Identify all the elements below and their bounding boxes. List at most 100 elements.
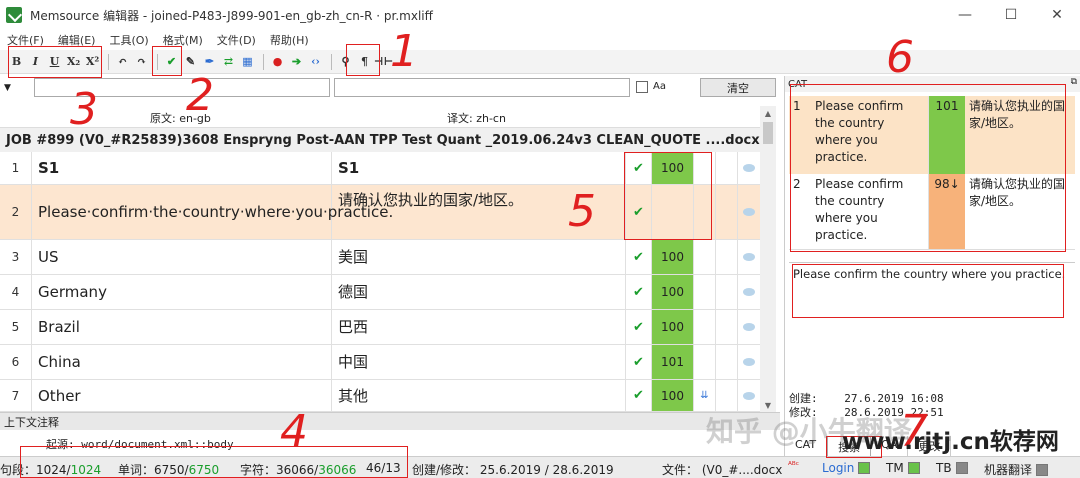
login-status[interactable]: Login: [822, 461, 871, 475]
subscript-button[interactable]: X₂: [65, 53, 82, 71]
cat-match-item[interactable]: 2 Please confirm the country where you p…: [789, 174, 1075, 250]
extra-cell: [694, 310, 716, 344]
toolbar-separator: [157, 53, 158, 70]
tab-changes[interactable]: 更改: [908, 436, 952, 456]
empty-cell: [716, 345, 738, 379]
confirmed-check-icon: ✔: [626, 275, 652, 309]
match-score: 101: [929, 96, 965, 174]
segment-number: 6: [0, 345, 32, 379]
target-cell[interactable]: 请确认您执业的国家/地区。: [332, 185, 626, 239]
target-cell[interactable]: 中国: [332, 345, 626, 379]
pilcrow-button[interactable]: ¶: [356, 53, 373, 71]
table-row[interactable]: 7 Other 其他 ✔ 100 ⇊: [0, 380, 760, 412]
empty-cell: [716, 185, 738, 239]
tool-icon[interactable]: ✎: [182, 53, 199, 71]
comment-icon[interactable]: [738, 152, 760, 184]
target-column-header: 译文: zh-cn: [447, 112, 506, 125]
comment-icon[interactable]: [738, 185, 760, 239]
target-cell[interactable]: S1: [332, 152, 626, 184]
word-count-label: 单词：6750/: [118, 463, 189, 477]
menu-format[interactable]: 格式(M): [156, 32, 210, 48]
segment-count-label: 句段：1024/: [0, 463, 71, 477]
tb-status[interactable]: TB: [936, 461, 968, 475]
tm-status[interactable]: TM: [886, 461, 920, 475]
cat-panel: CAT ⧉ 1 Please confirm the country where…: [784, 76, 1080, 456]
confirmed-check-icon: ✔: [626, 152, 652, 184]
modified-label: 修改:: [789, 406, 818, 419]
scroll-down-icon[interactable]: ▼: [760, 398, 776, 412]
match-number: 2: [793, 177, 801, 191]
source-filter-input[interactable]: [34, 78, 330, 97]
target-cell[interactable]: 美国: [332, 240, 626, 274]
tab-cat[interactable]: CAT: [785, 436, 828, 456]
menu-document[interactable]: 文件(D): [210, 32, 263, 48]
target-cell[interactable]: 德国: [332, 275, 626, 309]
tags-icon[interactable]: ‹›: [307, 53, 324, 71]
target-cell[interactable]: 巴西: [332, 310, 626, 344]
scroll-thumb[interactable]: [763, 122, 773, 144]
table-row[interactable]: 4 Germany 德国 ✔ 100: [0, 275, 760, 310]
source-cell: Brazil: [32, 310, 332, 344]
table-row[interactable]: 5 Brazil 巴西 ✔ 100: [0, 310, 760, 345]
underline-button[interactable]: U: [46, 53, 63, 71]
extra-cell: [694, 185, 716, 239]
window-controls: — ☐ ✕: [942, 0, 1080, 30]
mt-status[interactable]: 机器翻译: [984, 461, 1049, 478]
minimize-button[interactable]: —: [942, 0, 988, 30]
modified-meta: 修改: 28.6.2019 22:51: [789, 404, 944, 420]
menu-file[interactable]: 文件(F): [0, 32, 51, 48]
table-icon[interactable]: ▦: [239, 53, 256, 71]
abc-icon[interactable]: ᴬᴮᶜ: [788, 461, 799, 471]
cat-match-item[interactable]: 1 Please confirm the country where you p…: [789, 96, 1075, 174]
superscript-button[interactable]: X²: [84, 53, 101, 71]
match-score: 100: [652, 275, 694, 309]
modified-value: 28.6.2019 22:51: [844, 406, 944, 419]
confirm-check-icon[interactable]: ✔: [163, 53, 180, 71]
menu-edit[interactable]: 编辑(E): [51, 32, 103, 48]
pin-icon[interactable]: ⧉: [1071, 77, 1077, 87]
menu-help[interactable]: 帮助(H): [263, 32, 316, 48]
table-row[interactable]: 1 S1 S1 ✔ 100: [0, 152, 760, 185]
scroll-up-icon[interactable]: ▲: [760, 106, 776, 120]
comment-icon[interactable]: [738, 275, 760, 309]
tab-qa[interactable]: QA: [871, 436, 909, 456]
non-breaking-space-icon[interactable]: ⊣⊢: [374, 53, 393, 71]
table-row[interactable]: 2 Please·confirm·the·country·where·you·p…: [0, 185, 760, 240]
binoculars-icon[interactable]: ⚲: [337, 53, 354, 71]
italic-button[interactable]: I: [27, 53, 44, 71]
table-row[interactable]: 6 China 中国 ✔ 101: [0, 345, 760, 380]
menu-tools[interactable]: 工具(O): [102, 32, 155, 48]
undo-icon[interactable]: ↶: [114, 53, 131, 71]
comment-icon[interactable]: [738, 345, 760, 379]
bold-button[interactable]: B: [8, 53, 25, 71]
comment-icon[interactable]: [738, 380, 760, 411]
stop-icon[interactable]: ●: [269, 53, 286, 71]
dates: 创建/修改： 25.6.2019 / 28.6.2019: [412, 463, 614, 477]
comment-icon[interactable]: [738, 240, 760, 274]
maximize-button[interactable]: ☐: [988, 0, 1034, 30]
cat-panel-title: CAT: [788, 78, 808, 90]
comment-icon[interactable]: [738, 310, 760, 344]
target-cell[interactable]: 其他: [332, 380, 626, 411]
file-name: 文件： (V0_#....docx: [662, 463, 783, 477]
match-score: 101: [652, 345, 694, 379]
table-row[interactable]: 3 US 美国 ✔ 100: [0, 240, 760, 275]
filter-dropdown-icon[interactable]: ▼: [4, 83, 18, 93]
match-case-checkbox[interactable]: [636, 81, 648, 93]
expand-down-icon[interactable]: ⇊: [694, 380, 716, 411]
swap-icon[interactable]: ⇄: [220, 53, 237, 71]
redo-icon[interactable]: ↷: [133, 53, 150, 71]
mt-label: 机器翻译: [984, 463, 1033, 477]
clear-button[interactable]: 清空: [700, 78, 776, 97]
tab-search[interactable]: 搜索: [827, 436, 872, 456]
next-arrow-icon[interactable]: ➔: [288, 53, 305, 71]
grid-scrollbar[interactable]: ▲ ▼: [760, 106, 776, 412]
empty-cell: [716, 380, 738, 411]
pen-icon[interactable]: ✒: [201, 53, 218, 71]
status-square-icon: [858, 462, 871, 474]
window-title: Memsource 编辑器 - joined-P483-J899-901-en_…: [30, 8, 433, 23]
close-button[interactable]: ✕: [1034, 0, 1080, 30]
target-filter-input[interactable]: [334, 78, 630, 97]
source-cell: China: [32, 345, 332, 379]
context-notes-header[interactable]: 上下文注释: [0, 412, 780, 430]
